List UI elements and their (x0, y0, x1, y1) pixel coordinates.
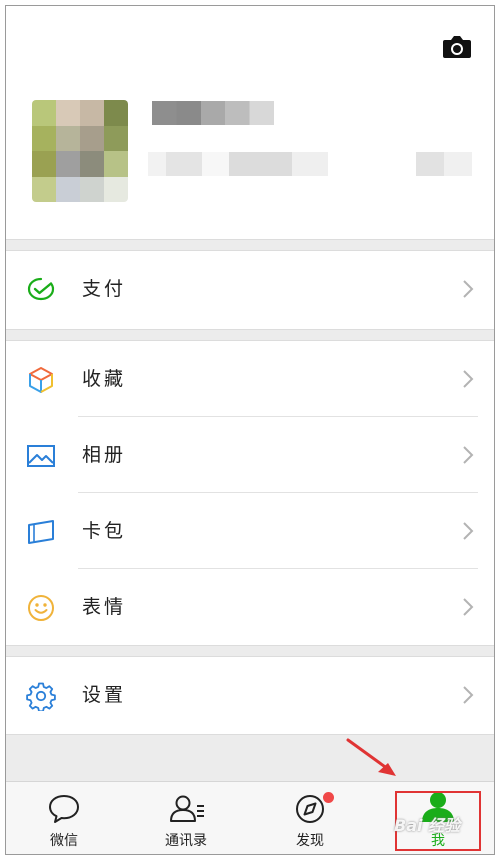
tab-chats[interactable]: 微信 (24, 782, 104, 854)
menu-item-settings-label: 设置 (82, 684, 127, 706)
menu-item-album-label: 相册 (82, 444, 127, 466)
annotation-arrow (346, 738, 396, 776)
menu-item-album[interactable]: 相册 (6, 417, 494, 493)
tab-contacts-label: 通讯录 (165, 833, 207, 849)
profile-name-redacted (152, 101, 274, 125)
camera-icon[interactable] (442, 34, 472, 60)
tab-contacts[interactable]: 通讯录 (146, 782, 226, 854)
chevron-right-icon (463, 446, 474, 464)
discover-badge-dot (323, 792, 334, 803)
menu-item-settings[interactable]: 设置 (6, 657, 494, 733)
chevron-right-icon (463, 280, 474, 298)
menu-item-pay[interactable]: 支付 (6, 251, 494, 327)
avatar[interactable] (32, 100, 128, 202)
chevron-right-icon (463, 598, 474, 616)
profile-id-redacted (148, 152, 328, 176)
menu-item-pay-label: 支付 (82, 278, 127, 300)
menu-item-cards-label: 卡包 (82, 520, 127, 542)
watermark: Bai 经验 (394, 816, 461, 835)
qr-code-redacted[interactable] (416, 152, 472, 176)
tab-chats-label: 微信 (50, 833, 78, 849)
chevron-right-icon (463, 522, 474, 540)
smile-icon (28, 595, 54, 621)
menu-item-cards[interactable]: 卡包 (6, 493, 494, 569)
tab-discover[interactable]: 发现 (270, 782, 350, 854)
card-wallet-icon (28, 520, 54, 544)
menu-item-stickers-label: 表情 (82, 596, 127, 618)
chevron-right-icon (463, 686, 474, 704)
chat-bubble-icon (49, 795, 79, 823)
image-icon (27, 445, 55, 467)
cube-icon (29, 367, 53, 393)
gear-icon (26, 682, 56, 711)
menu-item-favorites-label: 收藏 (82, 368, 127, 390)
menu-item-favorites[interactable]: 收藏 (6, 341, 494, 417)
chevron-right-icon (463, 370, 474, 388)
menu-item-stickers[interactable]: 表情 (6, 569, 494, 645)
person-list-icon (170, 795, 204, 822)
tab-discover-label: 发现 (296, 833, 324, 849)
app-screen: 支付 收藏 相册 卡包 表情 设置 微信 通讯录 发现 我 Bai 经验 (5, 5, 495, 855)
pay-check-icon (27, 277, 55, 301)
